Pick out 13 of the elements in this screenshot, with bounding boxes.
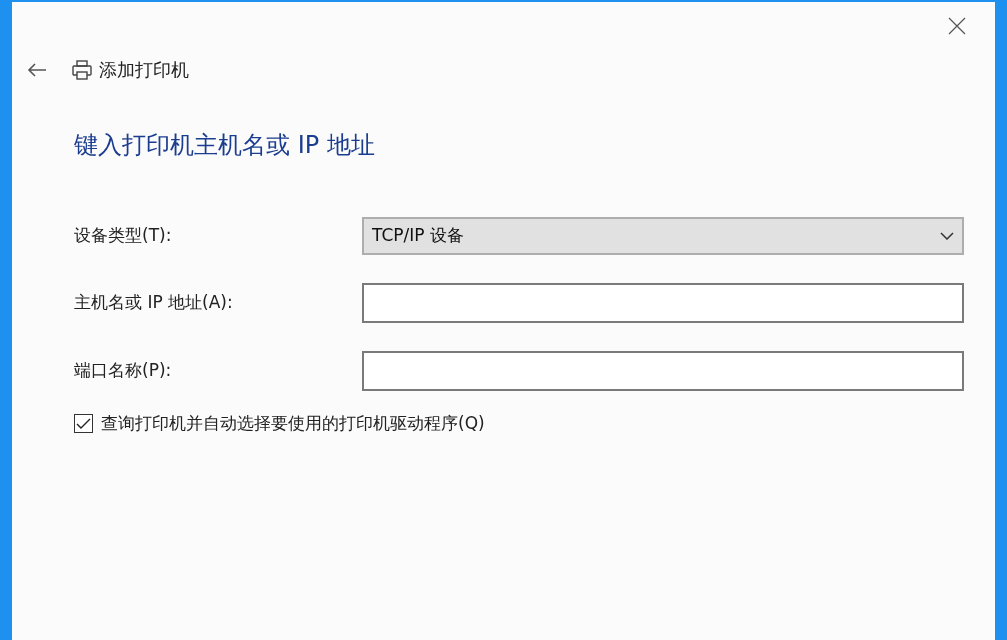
checkbox[interactable] xyxy=(74,414,93,434)
text-field[interactable] xyxy=(362,283,964,323)
close-button[interactable] xyxy=(947,16,967,36)
chevron-down-icon xyxy=(940,232,954,240)
text-field[interactable] xyxy=(362,351,964,391)
field-label: 主机名或 IP 地址(A): xyxy=(74,291,234,315)
device-type-dropdown[interactable]: TCP/IP 设备 xyxy=(362,217,964,255)
field-label: 设备类型(T): xyxy=(74,224,173,248)
checkbox-label: 查询打印机并自动选择要使用的打印机驱动程序(Q) xyxy=(101,412,485,435)
page-heading: 键入打印机主机名或 IP 地址 xyxy=(74,130,376,161)
printer-icon xyxy=(71,58,93,81)
window-title: 添加打印机 xyxy=(99,58,189,82)
field-label: 端口名称(P): xyxy=(74,359,173,383)
